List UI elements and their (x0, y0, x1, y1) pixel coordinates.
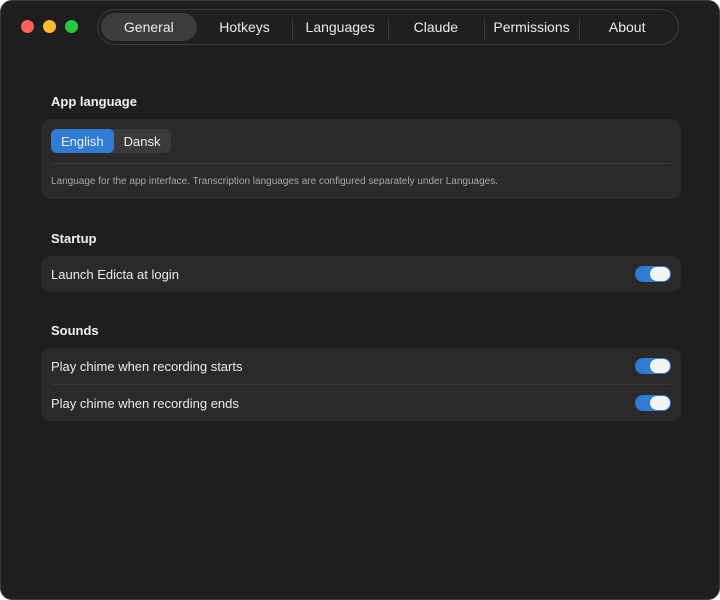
chime-end-toggle[interactable] (635, 395, 671, 411)
chime-end-label: Play chime when recording ends (51, 395, 239, 411)
sounds-heading: Sounds (51, 323, 99, 338)
card-divider (51, 163, 671, 164)
tab-general[interactable]: General (101, 13, 197, 41)
tab-about[interactable]: About (579, 13, 675, 41)
launch-at-login-toggle[interactable] (635, 266, 671, 282)
launch-at-login-row: Launch Edicta at login (41, 256, 681, 292)
settings-tab-bar: General Hotkeys Languages Claude Permiss… (97, 9, 679, 45)
startup-heading: Startup (51, 231, 97, 246)
tab-permissions[interactable]: Permissions (483, 13, 580, 41)
tab-claude[interactable]: Claude (388, 13, 484, 41)
app-language-card: English Dansk Language for the app inter… (41, 119, 681, 199)
minimize-window-button[interactable] (43, 20, 56, 33)
window-controls (21, 20, 78, 33)
app-language-helper-text: Language for the app interface. Transcri… (51, 176, 498, 187)
chime-end-row: Play chime when recording ends (41, 385, 681, 421)
sounds-card: Play chime when recording starts Play ch… (41, 348, 681, 421)
chime-start-toggle[interactable] (635, 358, 671, 374)
startup-card: Launch Edicta at login (41, 256, 681, 292)
chime-start-row: Play chime when recording starts (41, 348, 681, 384)
toggle-knob (650, 359, 670, 373)
language-option-english[interactable]: English (51, 129, 114, 153)
tab-languages[interactable]: Languages (292, 13, 388, 41)
language-option-dansk[interactable]: Dansk (114, 129, 171, 153)
app-language-segmented-control: English Dansk (51, 129, 171, 153)
zoom-window-button[interactable] (65, 20, 78, 33)
launch-at-login-label: Launch Edicta at login (51, 266, 179, 282)
tab-hotkeys[interactable]: Hotkeys (197, 13, 293, 41)
settings-window: General Hotkeys Languages Claude Permiss… (0, 0, 720, 600)
close-window-button[interactable] (21, 20, 34, 33)
toggle-knob (650, 267, 670, 281)
chime-start-label: Play chime when recording starts (51, 358, 243, 374)
app-language-heading: App language (51, 94, 137, 109)
toggle-knob (650, 396, 670, 410)
